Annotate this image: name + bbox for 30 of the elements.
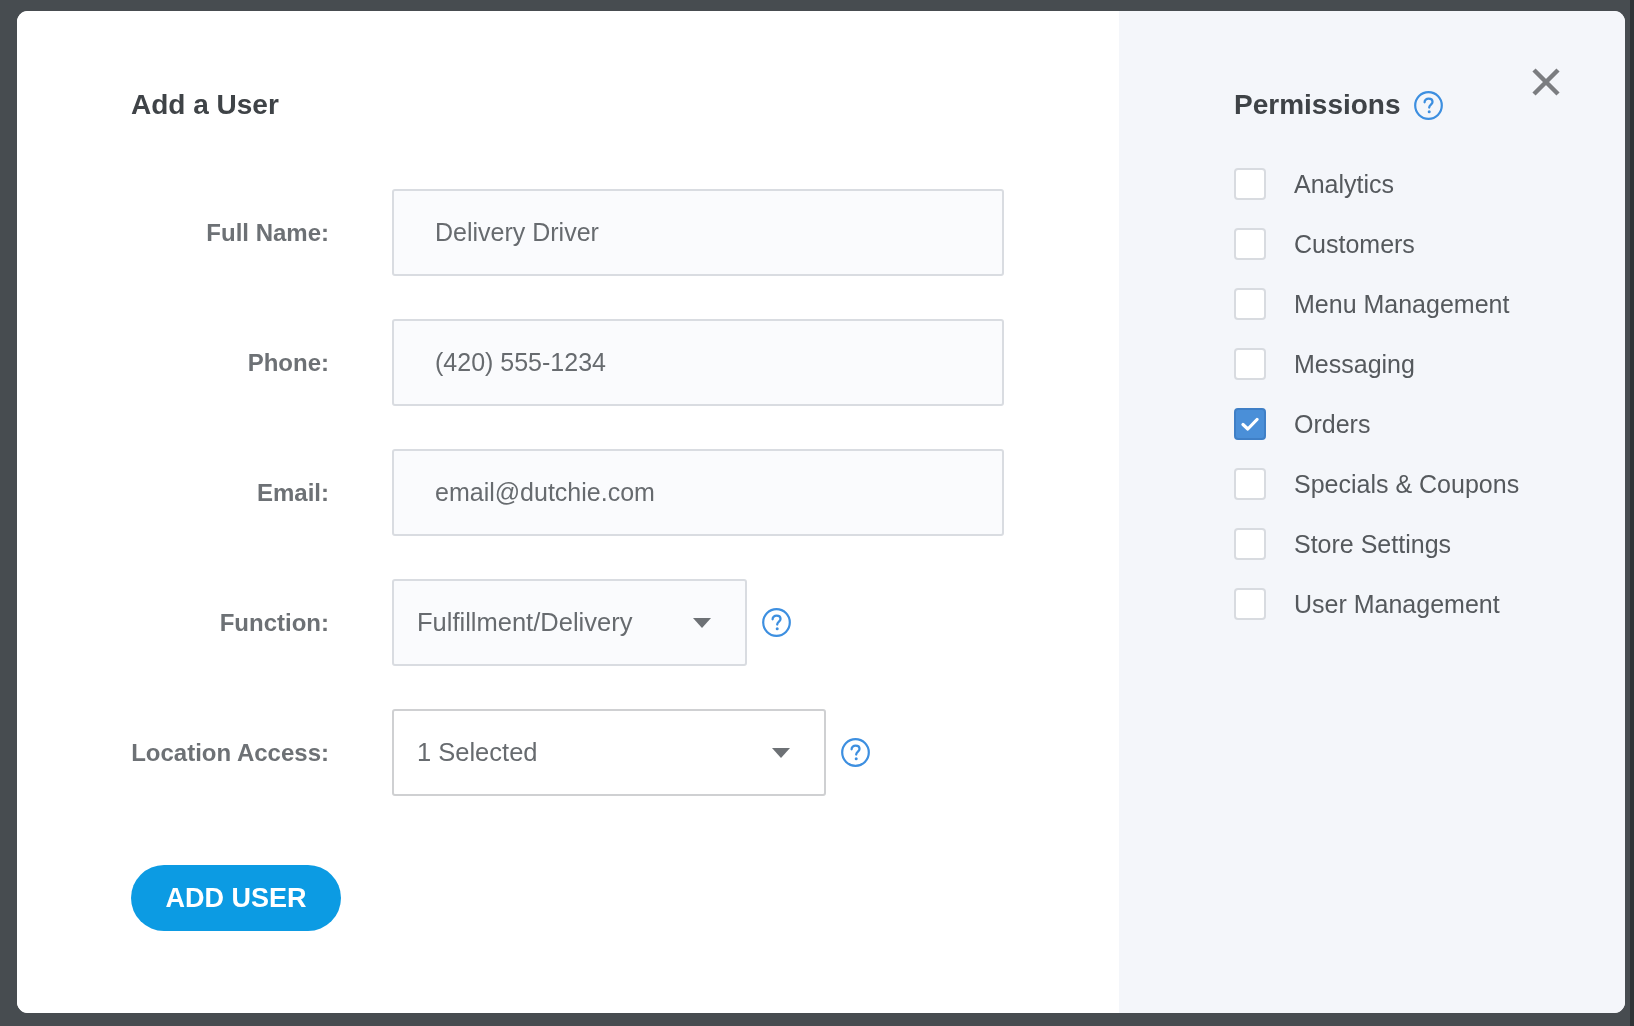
checkbox-label: Orders [1294, 409, 1371, 439]
help-icon[interactable] [1413, 90, 1443, 120]
help-icon[interactable] [762, 608, 791, 637]
checkbox-label: Messaging [1294, 349, 1415, 379]
text-field[interactable]: email@dutchie.com [392, 449, 1004, 536]
close-button[interactable] [1530, 66, 1562, 98]
permissions-title: Permissions [1234, 88, 1401, 122]
add-user-button[interactable]: ADD USER [131, 865, 341, 931]
caret-icon [772, 747, 790, 758]
close-icon [1531, 67, 1561, 97]
checkbox-label: Customers [1294, 229, 1415, 259]
check-icon [1241, 417, 1259, 431]
field-label: Location Access: [131, 738, 329, 767]
dialog-title: Add a User [131, 88, 279, 122]
text-field[interactable]: (420) 555-1234 [392, 319, 1004, 406]
checkbox-label: Specials & Coupons [1294, 469, 1520, 499]
field-label: Function: [219, 608, 329, 637]
dropdown[interactable]: Fulfillment/Delivery [392, 579, 747, 666]
text-field[interactable]: Delivery Driver [392, 189, 1004, 276]
checkbox-label: User Management [1294, 589, 1500, 619]
help-icon[interactable] [841, 738, 870, 767]
checkbox-label: Store Settings [1294, 529, 1452, 559]
field-label: Email: [256, 478, 329, 507]
checkbox[interactable] [1234, 408, 1266, 440]
field-label: Full Name: [206, 218, 329, 247]
field-label: Phone: [247, 348, 329, 377]
checkbox-label: Analytics [1294, 169, 1395, 199]
checkbox-label: Menu Management [1294, 289, 1510, 319]
dropdown[interactable]: 1 Selected [392, 709, 826, 796]
caret-icon [693, 617, 711, 628]
